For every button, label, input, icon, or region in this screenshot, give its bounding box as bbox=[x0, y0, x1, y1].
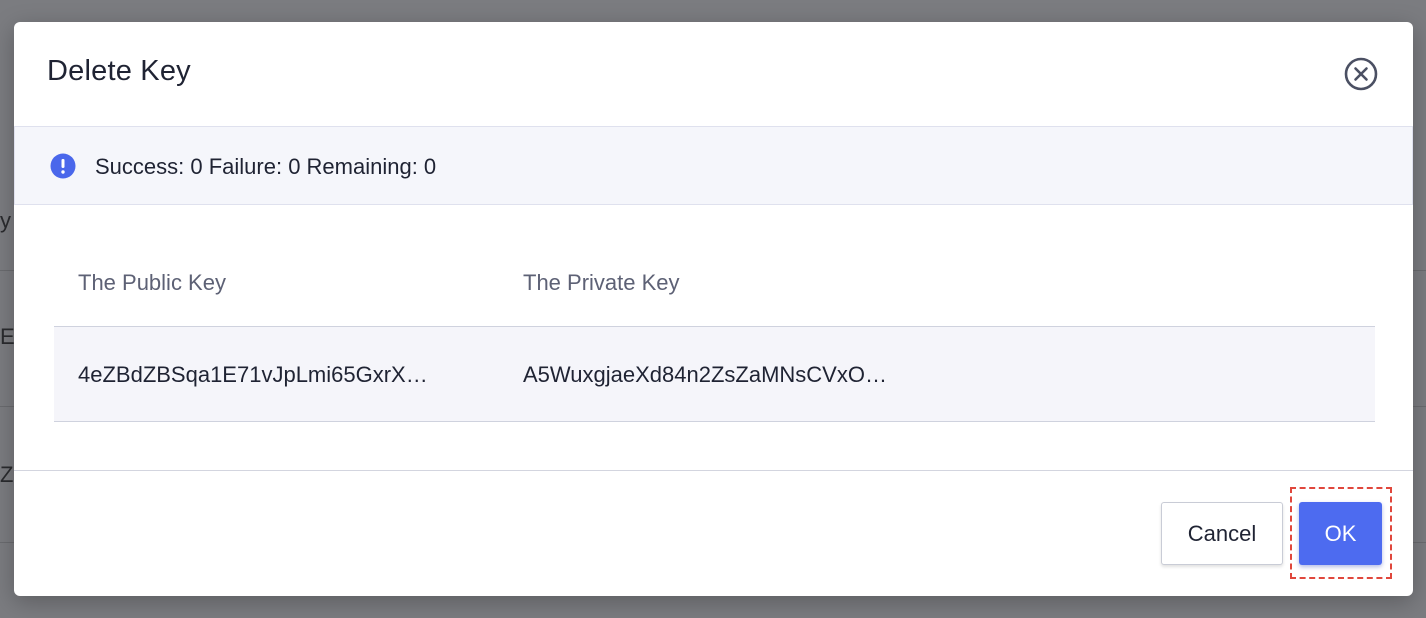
dialog-header: Delete Key bbox=[14, 22, 1413, 126]
close-button[interactable] bbox=[1344, 57, 1378, 91]
status-summary-text: Success: 0 Failure: 0 Remaining: 0 bbox=[95, 154, 437, 179]
dialog-title: Delete Key bbox=[47, 55, 191, 87]
background-text-fragment: Z bbox=[0, 462, 14, 487]
status-alert: Success: 0 Failure: 0 Remaining: 0 bbox=[14, 126, 1413, 205]
keys-table: The Public Key The Private Key 4eZBdZBSq… bbox=[54, 234, 1375, 422]
ok-button[interactable]: OK bbox=[1299, 502, 1382, 565]
column-header-public-key: The Public Key bbox=[78, 270, 226, 295]
close-circle-icon bbox=[1344, 57, 1378, 91]
background-text-fragment: y bbox=[0, 208, 11, 233]
background-text-fragment: E bbox=[0, 324, 15, 349]
table-header: The Public Key The Private Key bbox=[54, 234, 1375, 327]
public-key-cell: 4eZBdZBSqa1E71vJpLmi65GxrX… bbox=[78, 362, 428, 387]
delete-key-dialog: Delete Key Success: 0 Failure: 0 Remaini… bbox=[14, 22, 1413, 596]
exclamation-circle-icon bbox=[50, 153, 76, 179]
footer-divider bbox=[14, 470, 1413, 471]
cancel-button[interactable]: Cancel bbox=[1161, 502, 1283, 565]
column-header-private-key: The Private Key bbox=[523, 270, 680, 295]
table-row: 4eZBdZBSqa1E71vJpLmi65GxrX… A5WuxgjaeXd8… bbox=[54, 327, 1375, 422]
private-key-cell: A5WuxgjaeXd84n2ZsZaMNsCVxO… bbox=[523, 362, 887, 387]
